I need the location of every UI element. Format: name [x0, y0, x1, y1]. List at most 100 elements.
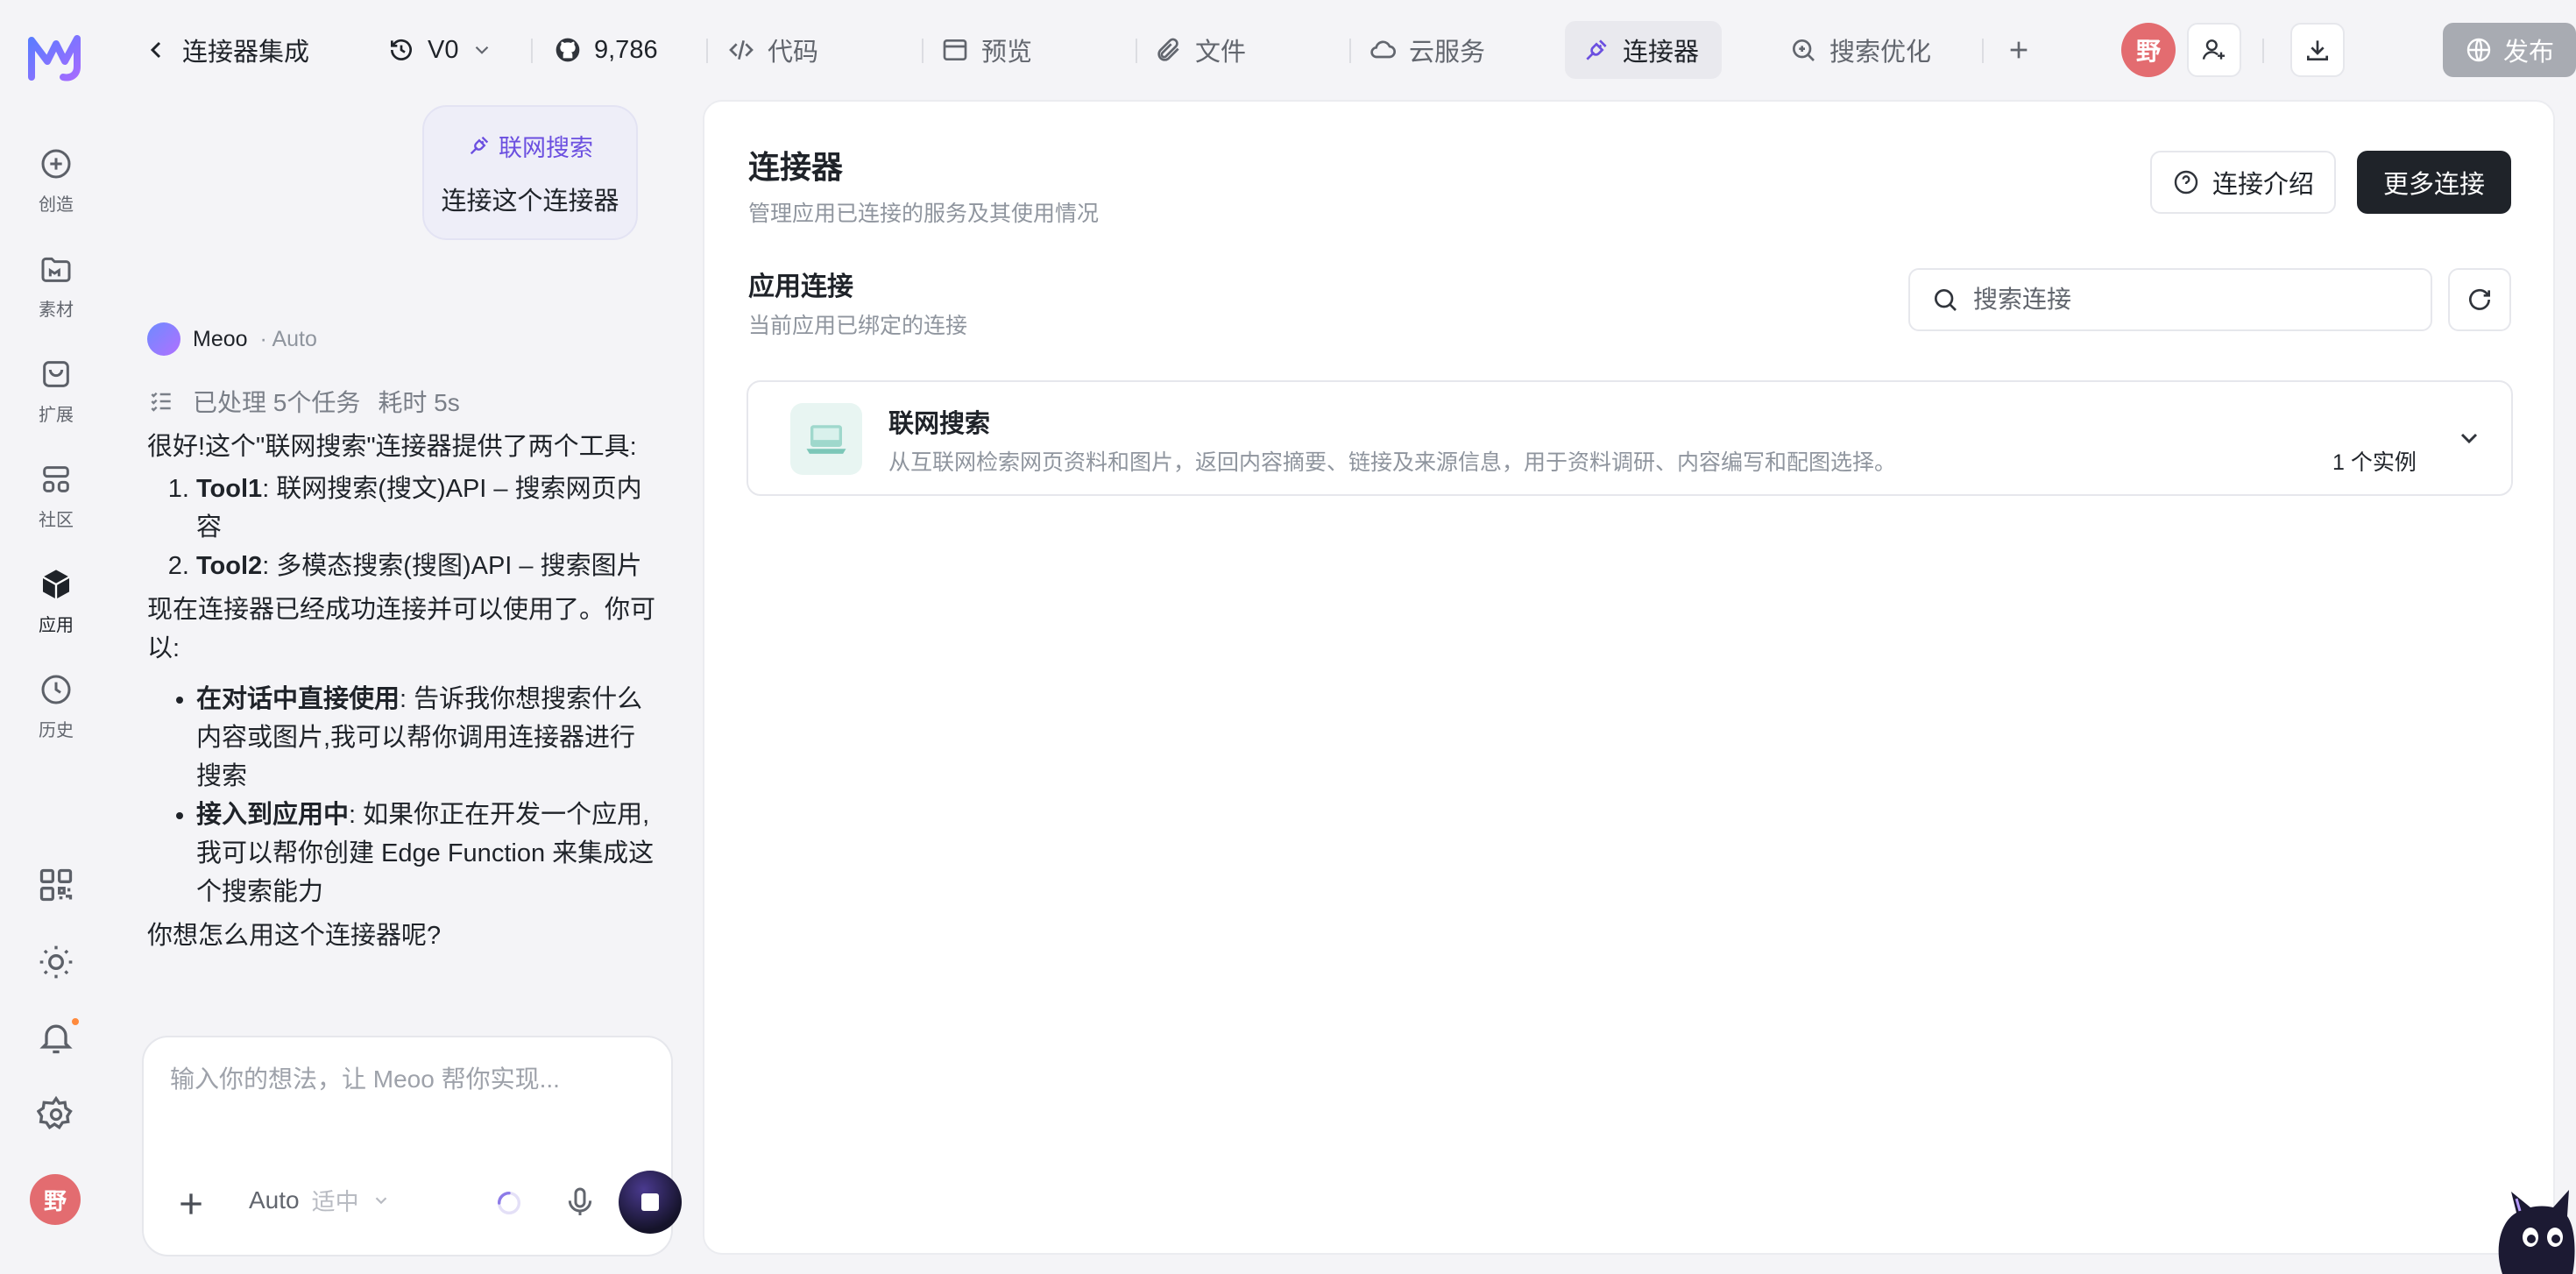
- connector-icon: [790, 403, 862, 475]
- download-button[interactable]: [2290, 23, 2345, 77]
- folder-icon: [41, 257, 71, 282]
- rail-item-label: 素材: [39, 300, 74, 320]
- search-icon: [1935, 289, 1957, 311]
- chevron-down-icon: [476, 46, 489, 54]
- chat-panel: 联网搜索 连接这个连接器 Meoo · Auto 已处理 5个任务 耗时 5s …: [112, 102, 801, 1274]
- assistant-name: Meoo: [193, 326, 248, 351]
- search-input[interactable]: [1973, 286, 2410, 314]
- connector-card[interactable]: 联网搜索 从互联网检索网页资料和图片，返回内容摘要、链接及来源信息，用于资料调研…: [747, 380, 2513, 496]
- collaborator-avatar[interactable]: 野: [2121, 23, 2176, 77]
- message-question: 你想怎么用这个连接器呢?: [147, 922, 442, 950]
- connector-chip[interactable]: 联网搜索: [467, 129, 593, 163]
- connector-intro-button[interactable]: 连接介绍: [2150, 151, 2336, 214]
- tab-label: 代码: [768, 39, 819, 67]
- tab-label: 云服务: [1409, 39, 1486, 67]
- more-connectors-button[interactable]: 更多连接: [2357, 151, 2511, 214]
- model-label: Auto: [249, 1186, 300, 1214]
- gear-icon[interactable]: [37, 1095, 75, 1134]
- user-avatar[interactable]: 野: [30, 1174, 81, 1225]
- rail-item-label: 扩展: [39, 405, 74, 425]
- sun-icon[interactable]: [37, 943, 75, 981]
- assistant-avatar: [147, 322, 180, 356]
- tab-preview[interactable]: 预览: [941, 21, 1032, 79]
- invite-user-button[interactable]: [2187, 23, 2241, 77]
- divider: [1349, 39, 1351, 63]
- divider: [531, 39, 533, 63]
- list-item: 在对话中直接使用: 告诉我你想搜索什么内容或图片,我可以帮你调用连接器进行搜索: [196, 680, 655, 796]
- tab-code[interactable]: 代码: [727, 21, 818, 79]
- back-button[interactable]: 连接器集成: [142, 21, 309, 79]
- connector-description: 从互联网检索网页资料和图片，返回内容摘要、链接及来源信息，用于资料调研、内容编写…: [888, 450, 1897, 475]
- assistant-mode: · Auto: [259, 326, 317, 351]
- task-summary[interactable]: 已处理 5个任务 耗时 5s: [147, 384, 460, 419]
- add-tab-button[interactable]: [2005, 21, 2033, 79]
- rail-item-community[interactable]: 社区: [12, 452, 100, 540]
- tool-list: Tool1: 联网搜索(搜文)API – 搜索网页内容 Tool2: 多模态搜索…: [196, 470, 655, 585]
- task-count: 已处理 5个任务: [193, 389, 361, 416]
- task-duration: 耗时 5s: [378, 389, 460, 416]
- instance-count: 1 个实例: [2332, 450, 2417, 475]
- plus-icon[interactable]: [173, 1186, 209, 1221]
- user-message: 联网搜索 连接这个连接器: [422, 105, 638, 240]
- tab-label: 文件: [1195, 39, 1247, 67]
- cube-icon: [42, 569, 70, 599]
- divider: [1982, 39, 1984, 63]
- message-status: 现在连接器已经成功连接并可以使用了。你可以:: [147, 596, 656, 662]
- list-item: Tool1: 联网搜索(搜文)API – 搜索网页内容: [196, 470, 655, 547]
- list-item: 接入到应用中: 如果你正在开发一个应用,我可以帮你创建 Edge Functio…: [196, 796, 655, 911]
- rail-item-create[interactable]: 创造: [12, 137, 100, 224]
- section-title: 应用连接: [748, 272, 853, 301]
- loading-spinner-icon: [497, 1191, 521, 1215]
- add-user-icon: [2202, 39, 2225, 60]
- chevron-down-icon[interactable]: [2455, 424, 2483, 452]
- github-icon: [556, 38, 580, 62]
- plus-circle-icon: [41, 149, 71, 178]
- help-circle-icon: [2174, 170, 2198, 195]
- tab-cloud[interactable]: 云服务: [1369, 21, 1485, 79]
- github-stars[interactable]: 9,786: [554, 21, 658, 79]
- assistant-header: Meoo · Auto: [147, 322, 317, 356]
- stop-button[interactable]: [619, 1171, 682, 1234]
- version-select[interactable]: V0: [387, 21, 493, 79]
- qr-code-icon[interactable]: [37, 866, 75, 904]
- rail-item-extend[interactable]: 扩展: [12, 347, 100, 435]
- message-intro: 很好!这个"联网搜索"连接器提供了两个工具:: [147, 433, 637, 461]
- model-select[interactable]: Auto 适中: [249, 1183, 391, 1217]
- chevron-left-icon: [150, 41, 161, 59]
- refresh-button[interactable]: [2448, 268, 2511, 331]
- checklist-icon: [151, 392, 171, 412]
- publish-button[interactable]: 发布: [2443, 23, 2576, 77]
- bell-icon[interactable]: [37, 1018, 75, 1057]
- assistant-message: 很好!这个"联网搜索"连接器提供了两个工具: Tool1: 联网搜索(搜文)AP…: [147, 428, 655, 955]
- tab-seo[interactable]: 搜索优化: [1789, 21, 1931, 79]
- chat-composer: Auto 适中: [142, 1036, 682, 1256]
- project-title: 连接器集成: [182, 39, 310, 67]
- button-label: 连接介绍: [2212, 171, 2314, 199]
- rail-item-label: 应用: [39, 615, 74, 635]
- grid-icon: [43, 465, 69, 492]
- divider: [922, 39, 924, 63]
- rail-item-apps[interactable]: 应用: [12, 557, 100, 645]
- rail-item-history[interactable]: 历史: [12, 662, 100, 750]
- plug-icon: [1586, 39, 1607, 60]
- divider: [1136, 39, 1137, 63]
- chat-input[interactable]: [170, 1065, 643, 1094]
- version-label: V0: [428, 35, 459, 64]
- microphone-icon[interactable]: [563, 1185, 598, 1220]
- section-subtitle: 当前应用已绑定的连接: [748, 314, 968, 338]
- rail-item-assets[interactable]: 素材: [12, 242, 100, 329]
- notification-dot: [70, 1016, 81, 1027]
- tab-label: 搜索优化: [1829, 39, 1932, 67]
- page-title: 连接器: [748, 149, 844, 185]
- tab-label: 连接器: [1623, 39, 1700, 67]
- tab-connectors[interactable]: 连接器: [1565, 21, 1723, 79]
- tab-files[interactable]: 文件: [1155, 21, 1246, 79]
- cat-mascot-icon[interactable]: [2485, 1186, 2576, 1274]
- laptop-icon: [806, 425, 846, 454]
- globe-icon: [2466, 38, 2491, 62]
- list-item: Tool2: 多模态搜索(搜图)API – 搜索图片: [196, 547, 655, 585]
- bag-icon: [43, 360, 69, 387]
- meoo-logo-icon[interactable]: [26, 32, 84, 82]
- refresh-icon: [2469, 288, 2490, 310]
- clock-icon: [41, 675, 71, 704]
